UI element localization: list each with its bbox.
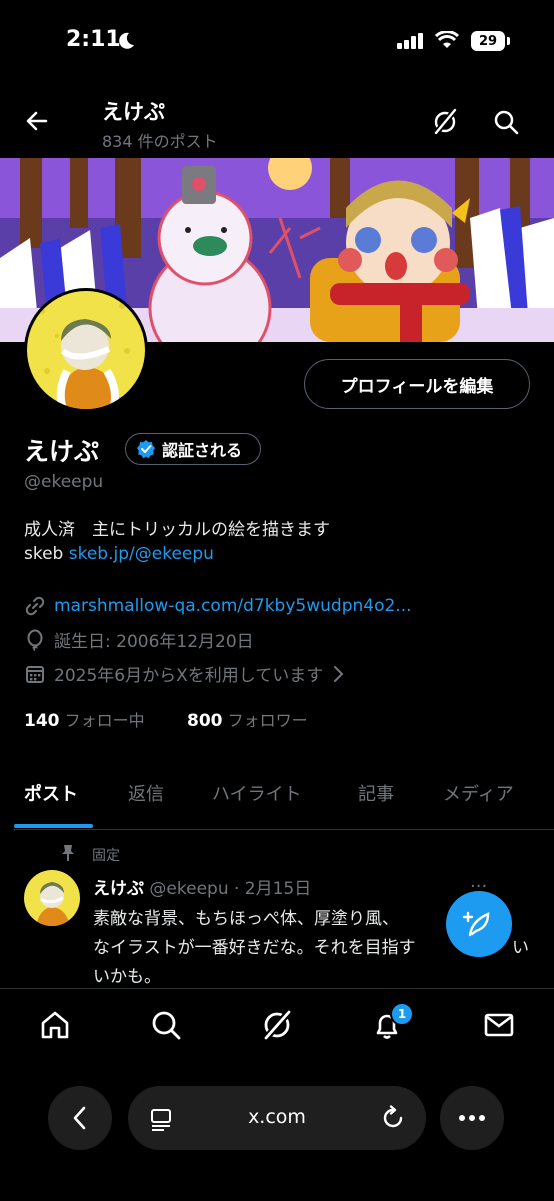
mail-icon[interactable]: [481, 1007, 517, 1043]
battery-tip: [507, 37, 510, 45]
tab-replies[interactable]: 返信: [128, 780, 164, 806]
post-meta: @ekeepu · 2月15日: [149, 879, 312, 899]
post-text-line-2: なイラストが一番好きだな。それを目指す: [93, 938, 416, 958]
active-tab-indicator: [14, 824, 93, 828]
profile-avatar[interactable]: [24, 288, 148, 412]
signal-icon: [397, 33, 425, 49]
calendar-icon: [24, 663, 46, 685]
back-arrow-icon[interactable]: [24, 108, 50, 134]
grok-icon[interactable]: [431, 108, 459, 136]
battery-icon: 29: [471, 31, 505, 51]
header-name: えけぷ: [102, 100, 165, 124]
followers-label: フォロワー: [227, 711, 308, 730]
website-row: marshmallow-qa.com/d7kby5wudpn4o2...: [24, 595, 412, 617]
address-bar[interactable]: x.com: [128, 1086, 426, 1150]
browser-back-button[interactable]: [48, 1086, 112, 1150]
followers-link[interactable]: 800 フォロワー: [187, 707, 308, 731]
post-avatar[interactable]: [24, 870, 80, 926]
browser-more-button[interactable]: [440, 1086, 504, 1150]
post-text-line-1: 素敵な背景、もちほっぺ体、厚塗り風、: [93, 909, 399, 929]
status-time: 2:11: [66, 27, 121, 52]
joined-text: 2025年6月からXを利用しています: [54, 666, 324, 686]
balloon-icon: [24, 629, 46, 651]
chevron-right-icon: [331, 665, 345, 683]
post-header: えけぷ @ekeepu · 2月15日: [93, 874, 311, 899]
more-icon: [458, 1114, 486, 1122]
explore-search-icon[interactable]: [148, 1007, 184, 1043]
website-link[interactable]: marshmallow-qa.com/d7kby5wudpn4o2...: [54, 596, 412, 616]
get-verified-label: 認証される: [162, 441, 243, 460]
bio-skeb-link[interactable]: skeb.jp/@ekeepu: [69, 544, 214, 564]
profile-handle: @ekeepu: [24, 472, 104, 492]
birthday-text: 誕生日: 2006年12月20日: [54, 632, 254, 652]
header-post-count: 834 件のポスト: [102, 132, 218, 151]
notification-badge: 1: [390, 1002, 414, 1026]
reload-icon[interactable]: [380, 1105, 406, 1131]
followers-count: 800: [187, 711, 223, 731]
post-text-line-3: いかも。: [93, 967, 161, 987]
profile-name: えけぷ: [24, 437, 100, 466]
tab-posts[interactable]: ポスト: [24, 780, 78, 806]
grok-nav-icon[interactable]: [259, 1007, 295, 1043]
tab-highlights[interactable]: ハイライト: [212, 780, 302, 806]
tabs-divider: [14, 829, 554, 830]
compose-button[interactable]: [446, 891, 512, 957]
bio-skeb-label: skeb: [24, 544, 69, 564]
compose-icon: [462, 907, 496, 941]
moon-icon: [116, 31, 136, 51]
post-text-line-2-tail: い: [512, 938, 529, 958]
birthday-row: 誕生日: 2006年12月20日: [24, 627, 254, 652]
chevron-left-icon: [71, 1105, 89, 1131]
following-label: フォロー中: [64, 711, 145, 730]
verified-badge-icon: [136, 439, 156, 459]
post-author: えけぷ: [93, 879, 144, 899]
tab-media[interactable]: メディア: [443, 780, 514, 806]
bio-line-2: skeb skeb.jp/@ekeepu: [24, 544, 214, 564]
pinned-label: 固定: [92, 848, 120, 864]
edit-profile-button[interactable]: プロフィールを編集: [304, 359, 530, 409]
search-icon[interactable]: [492, 108, 520, 136]
joined-row[interactable]: 2025年6月からXを利用しています: [24, 661, 345, 686]
home-icon[interactable]: [37, 1007, 73, 1043]
tab-articles[interactable]: 記事: [358, 780, 394, 806]
following-count: 140: [24, 711, 60, 731]
wifi-icon: [435, 31, 459, 49]
following-link[interactable]: 140 フォロー中: [24, 707, 145, 731]
link-icon: [24, 595, 46, 617]
pin-icon: [60, 844, 76, 862]
bio-line-1: 成人済 主にトリッカルの絵を描きます: [24, 520, 330, 540]
get-verified-button[interactable]: 認証される: [125, 433, 262, 465]
